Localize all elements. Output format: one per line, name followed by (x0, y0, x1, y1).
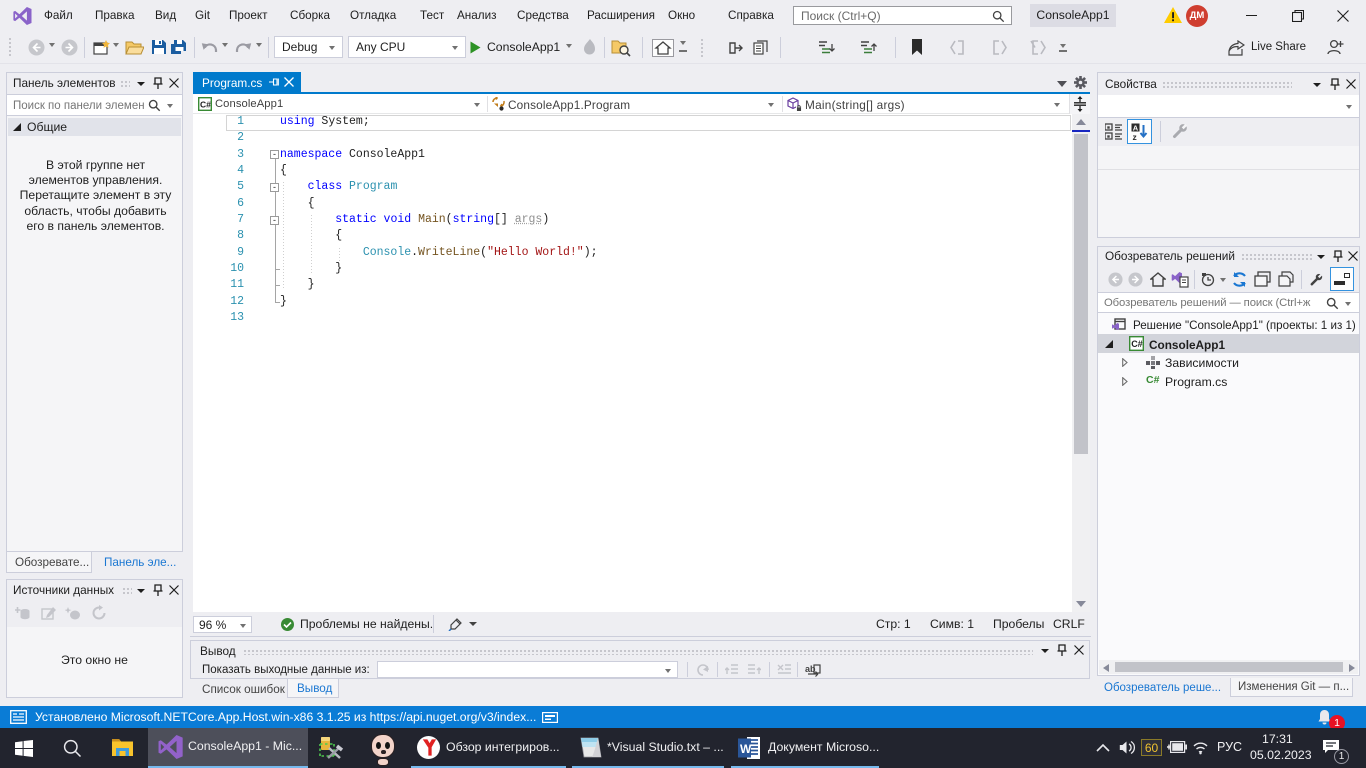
svg-text:z: z (1133, 132, 1137, 141)
svg-text:C#: C# (1131, 339, 1143, 349)
svg-text:C#: C# (200, 100, 211, 110)
svg-text:W: W (740, 742, 752, 756)
